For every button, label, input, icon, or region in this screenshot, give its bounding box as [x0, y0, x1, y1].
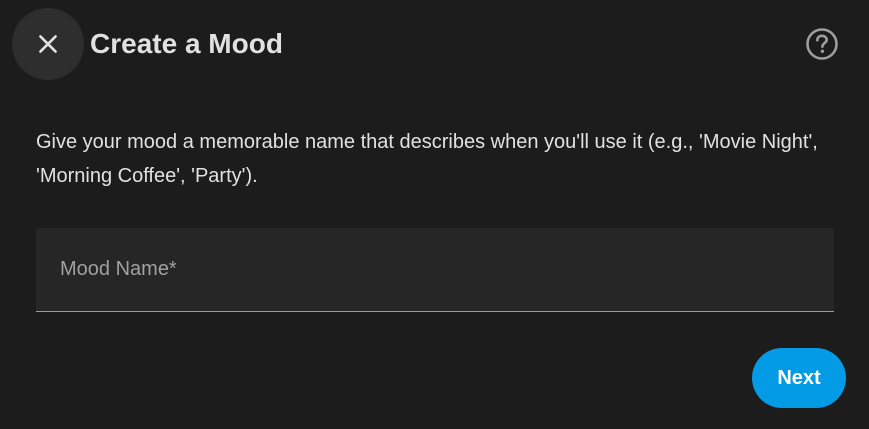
mood-name-field[interactable]: Mood Name* — [36, 228, 834, 312]
dialog-title: Create a Mood — [90, 28, 283, 59]
dialog-header: Create a Mood — [0, 0, 869, 88]
close-button[interactable] — [12, 8, 84, 80]
create-mood-dialog: Create a Mood Give your mood a memorable… — [0, 0, 869, 429]
help-button[interactable] — [800, 22, 844, 66]
mood-name-input[interactable] — [36, 228, 834, 311]
next-button[interactable]: Next — [752, 348, 846, 408]
dialog-description: Give your mood a memorable name that des… — [36, 131, 818, 187]
help-circle-icon — [805, 27, 839, 61]
close-icon — [35, 31, 61, 57]
